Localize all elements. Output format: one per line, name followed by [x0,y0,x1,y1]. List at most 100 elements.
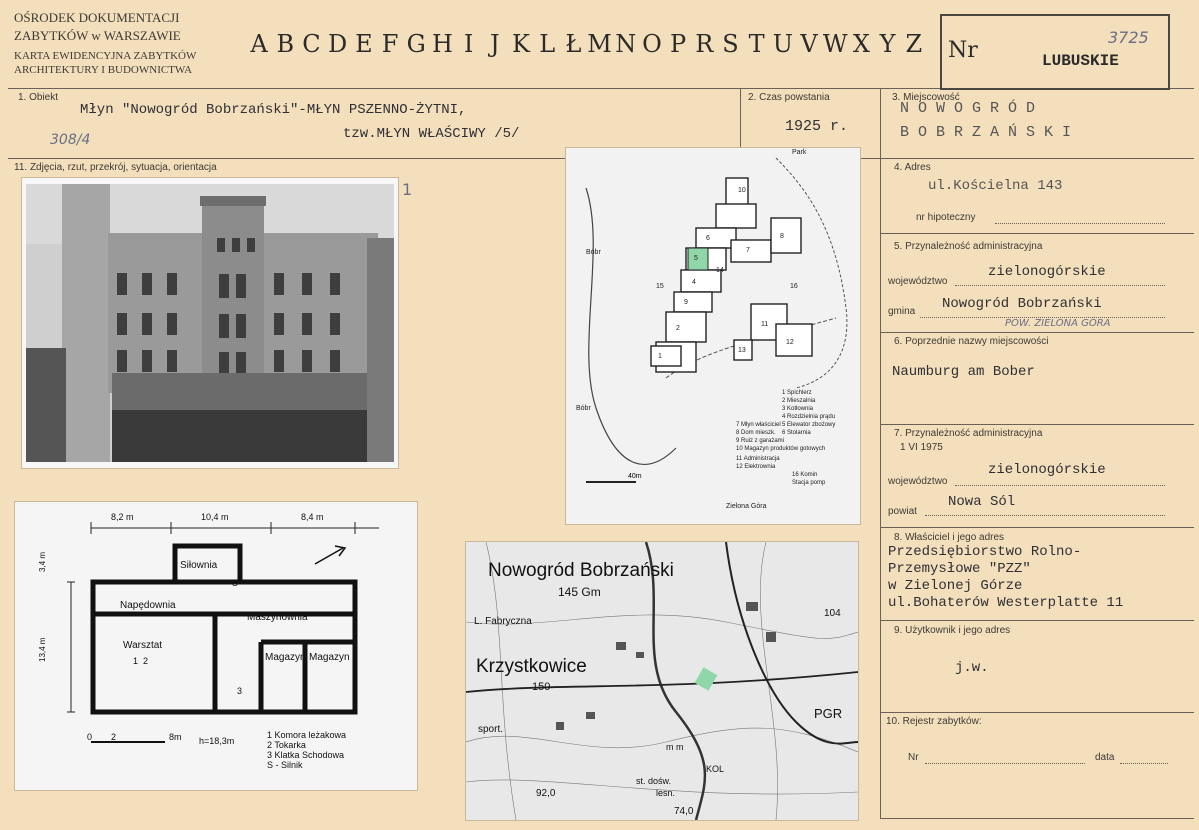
svg-text:9 Ruiz z garażami: 9 Ruiz z garażami [736,438,784,444]
svg-text:3 Klatka Schodowa: 3 Klatka Schodowa [267,750,344,760]
adres-value: ul.Kościelna 143 [928,178,1063,194]
svg-text:Warsztat: Warsztat [123,640,162,651]
woj2-label: województwo [888,476,948,487]
hipoteczny-label: nr hipoteczny [916,212,976,223]
index-letter: B [276,30,295,58]
svg-text:16 Komin: 16 Komin [792,472,817,478]
index-letter: N [615,30,637,58]
svg-text:9: 9 [684,299,688,306]
gmina-value: Nowogród Bobrzański [942,296,1102,312]
svg-text:Magazyn: Magazyn [309,652,350,663]
index-letter: Y [879,30,896,58]
svg-text:92,0: 92,0 [536,788,556,799]
divider [880,527,1194,528]
svg-text:11: 11 [761,321,768,328]
svg-text:6 Stolarnia: 6 Stolarnia [782,430,811,436]
svg-text:L. Fabryczna: L. Fabryczna [474,616,532,627]
svg-text:Park: Park [792,149,807,156]
svg-text:KOL: KOL [706,764,724,774]
svg-text:150: 150 [532,681,550,693]
obiekt-label: 1. Obiekt [18,92,59,103]
svg-text:8,2 m: 8,2 m [111,512,134,522]
svg-text:8 Dom mieszk.: 8 Dom mieszk. [736,430,776,436]
svg-text:8: 8 [780,233,784,240]
index-letter: U [772,30,793,58]
divider [880,712,1194,713]
powiat-value: Nowa Sól [948,494,1016,510]
index-letter: I [463,30,474,58]
svg-text:Maszynownia: Maszynownia [247,612,308,623]
index-letter: V [800,30,818,58]
svg-text:13: 13 [738,347,746,354]
svg-text:8m: 8m [169,732,182,742]
svg-text:2 Mieszalnia: 2 Mieszalnia [782,398,816,404]
svg-text:Magazyn: Magazyn [265,652,306,663]
svg-text:10,4 m: 10,4 m [201,512,229,522]
svg-text:m m: m m [666,742,684,752]
rejestr-data-label: data [1095,752,1115,763]
svg-text:1 Komora leżakowa: 1 Komora leżakowa [267,730,346,740]
wlasciciel-line2: Przemysłowe "PZZ" [888,561,1031,577]
svg-text:15: 15 [656,283,664,290]
przynaleznosc-label: 5. Przynależność administracyjna [894,241,1043,252]
svg-text:10: 10 [738,187,746,194]
obiekt-line2: tzw.MŁYN WŁAŚCIWY /5/ [343,126,520,142]
index-letter: Ł [565,30,582,58]
woj2-line [955,484,1165,486]
svg-text:4: 4 [692,279,696,286]
divider [880,233,1194,234]
index-letter: X [852,30,870,58]
svg-text:5: 5 [694,255,698,262]
institution-line1: OŚRODEK DOKUMENTACJI [14,10,180,25]
rejestr-nr-label: Nr [908,752,919,763]
floor-plan: 8,2 m 10,4 m 8,4 m 3,4 m 13,4 m Siłownia… [15,502,417,790]
record-card: OŚRODEK DOKUMENTACJI ZABYTKÓW w WARSZAWI… [0,0,1199,830]
svg-text:145 Gm: 145 Gm [558,585,601,599]
svg-text:S: S [232,578,238,588]
svg-text:Siłownia: Siłownia [180,560,218,571]
svg-text:2: 2 [143,656,148,666]
wlasciciel-line3: w Zielonej Górze [888,578,1023,594]
svg-text:12: 12 [786,339,794,346]
powiat-handwritten: POW. ZIELONA GÓRA [1005,318,1111,329]
woj2-value: zielonogórskie [988,462,1106,478]
divider [880,620,1194,621]
svg-text:1 Spichlerz: 1 Spichlerz [782,390,812,396]
svg-text:74,0: 74,0 [674,806,694,817]
wlasciciel-line1: Przedsiębiorstwo Rolno- [888,544,1082,560]
svg-text:Bóbr: Bóbr [586,249,601,256]
handwritten-ref: 308/4 [50,132,91,148]
svg-text:104: 104 [824,608,841,619]
hipoteczny-line [995,222,1165,224]
uzytkownik-label: 9. Użytkownik i jego adres [894,625,1011,636]
svg-text:lesn.: lesn. [656,788,675,798]
svg-text:Krzystkowice: Krzystkowice [476,656,587,677]
index-letter: Z [905,30,923,58]
topo-map: Nowogród Bobrzański 145 Gm L. Fabryczna … [466,542,858,820]
woj-value: zielonogórskie [988,264,1106,280]
index-letter: D [328,30,348,58]
svg-text:Zielona Góra: Zielona Góra [726,503,767,510]
svg-text:7: 7 [746,247,750,254]
nr-label: Nr [948,38,978,63]
building-photo [22,178,398,468]
index-letter: W [822,30,848,58]
poprzednie-label: 6. Poprzednie nazwy miejscowości [894,336,1049,347]
svg-text:10 Magazyn produktów gotowych: 10 Magazyn produktów gotowych [736,446,825,452]
woj-label: województwo [888,276,948,287]
uzytkownik-value: j.w. [955,660,989,676]
svg-text:3: 3 [237,686,242,696]
site-plan: Park 10 6 5 7 8 4 9 2 1 11 12 13 15 16 14 Bóbr Bóbr… [566,148,860,524]
divider [880,424,1194,425]
index-letter: P [670,30,687,58]
index-letter: G [406,30,426,58]
miejscowosc-line2: B O B R Z A Ń S K I [900,124,1072,141]
divider [880,88,881,818]
alphabet-index: ABCDEFGHIJKLŁMNOPRSTUVWXYZ [246,30,927,58]
svg-text:S - Silnik: S - Silnik [267,760,303,770]
svg-text:11 Administracja: 11 Administracja [736,456,780,462]
index-letter: K [512,30,530,58]
divider [880,818,1194,819]
index-letter: F [381,30,399,58]
svg-text:0: 0 [87,732,92,742]
